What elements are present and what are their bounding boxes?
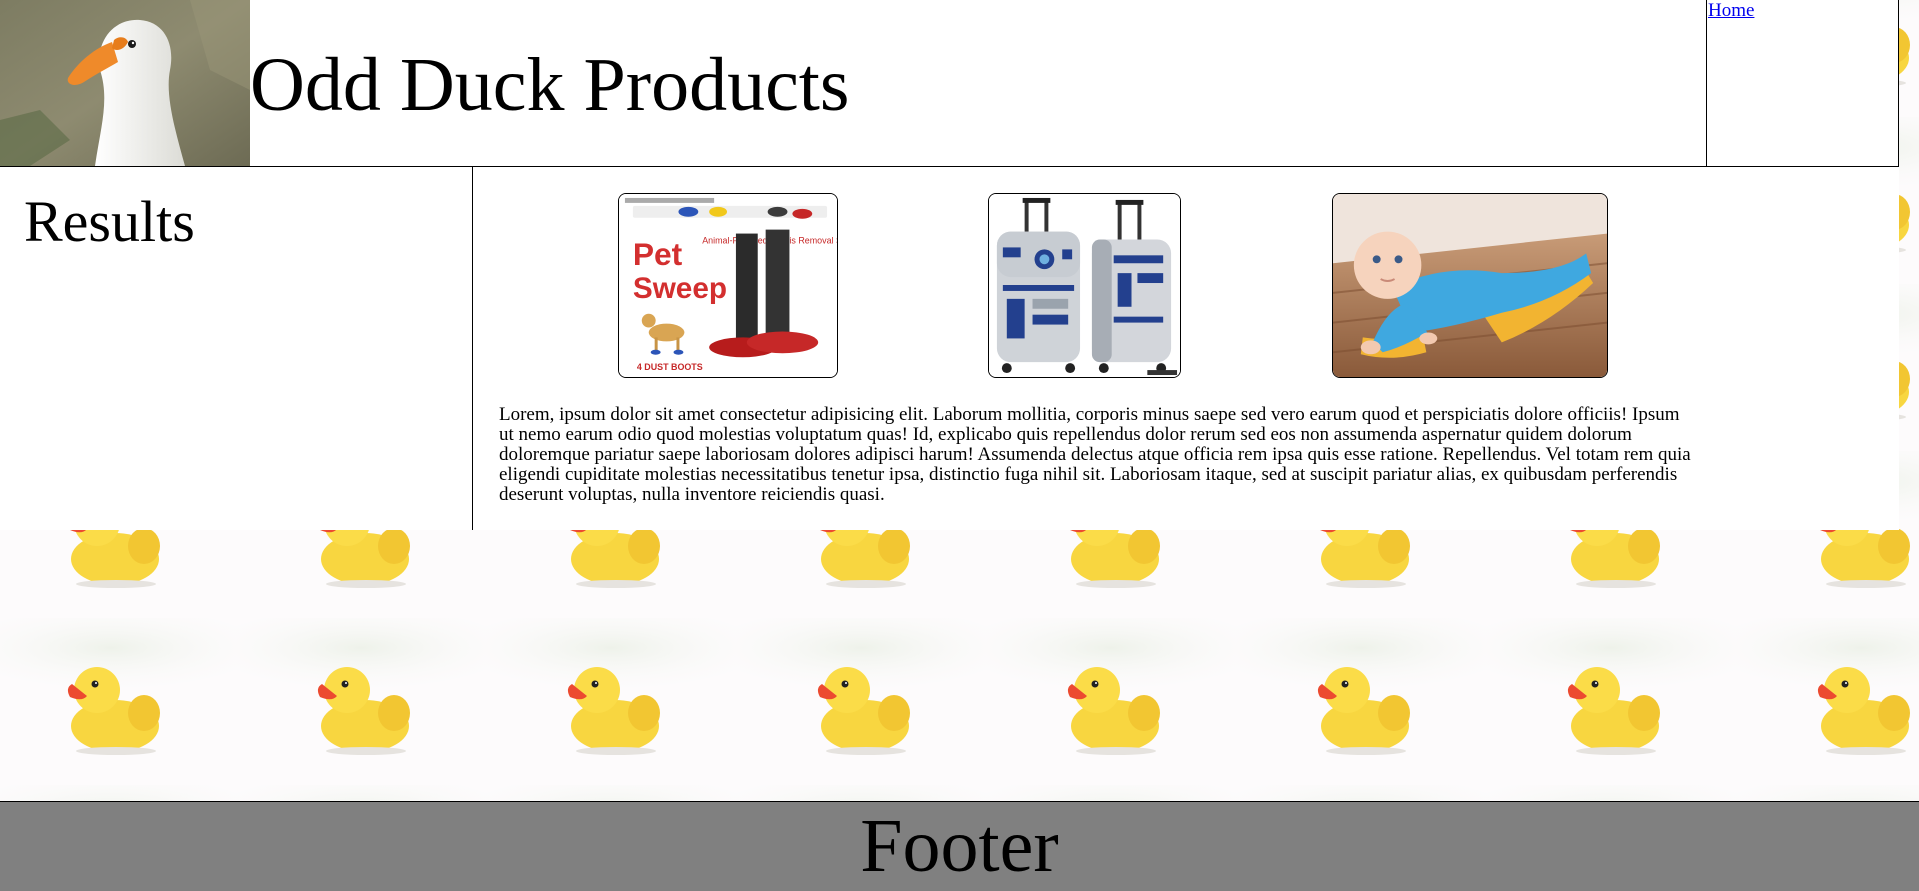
page-title: Odd Duck Products (250, 43, 850, 127)
r2d2-luggage-product-image[interactable] (988, 193, 1181, 378)
pet-sweep-box-bottom: 4 DUST BOOTS (637, 362, 703, 372)
pet-sweep-box-text-1: Pet (633, 236, 683, 272)
site-footer: Footer (0, 801, 1919, 891)
main-content: Pet Sweep Animal-Powered Debris Removal … (474, 167, 1899, 530)
site-header: Odd Duck Products Home (0, 0, 1899, 167)
sidebar-heading: Results (24, 189, 195, 254)
sidebar: Results (0, 167, 473, 530)
pet-sweep-product-image[interactable]: Pet Sweep Animal-Powered Debris Removal … (618, 193, 838, 378)
main-nav: Home (1706, 0, 1899, 166)
content-area: Results Pet Sweep Animal-Powered Debris … (0, 167, 1899, 530)
baby-sweeper-product-image[interactable] (1332, 193, 1608, 378)
footer-label: Footer (860, 804, 1059, 888)
product-description: Lorem, ipsum dolor sit amet consectetur … (499, 404, 1691, 505)
pet-sweep-box-text-2: Sweep (633, 272, 727, 305)
nav-home-link[interactable]: Home (1708, 0, 1754, 21)
goose-logo-icon (0, 0, 250, 166)
